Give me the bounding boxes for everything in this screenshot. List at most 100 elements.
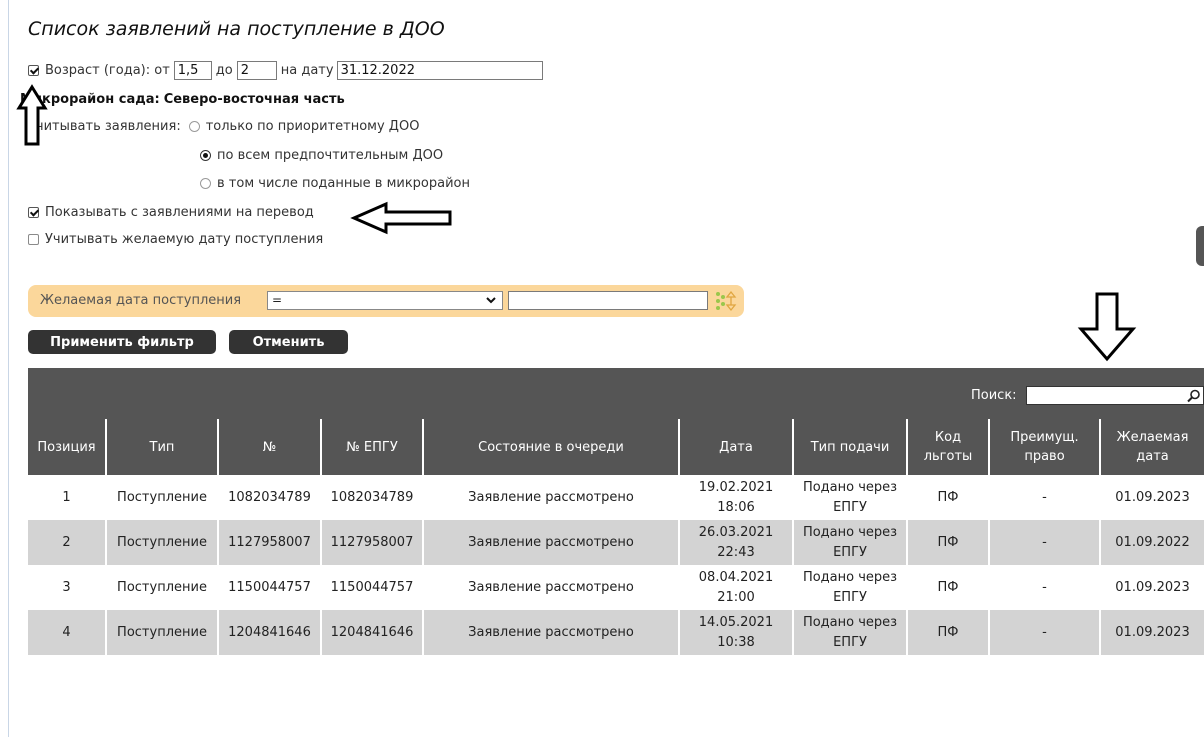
cell-submission-type: Подано через ЕПГУ [792,565,907,610]
filter-field-label: Желаемая дата поступления [40,293,242,308]
cell-date: 14.05.2021 10:38 [678,610,793,655]
applications-table: Поиск: Позиция Тип № № ЕПГУ Состояние в … [28,368,1204,655]
cell-benefit-code: ПФ [906,565,989,610]
cell-desired-date: 01.09.2023 [1099,565,1204,610]
show-transfer-label: Показывать с заявлениями на перевод [45,205,314,220]
cell-number: 1204841646 [217,610,321,655]
age-label: Возраст (года): от [45,63,170,78]
data-table: Позиция Тип № № ЕПГУ Состояние в очереди… [28,419,1204,655]
chevron-down-icon [486,297,496,304]
cell-queue-status: Заявление рассмотрено [422,520,679,565]
filter-operator-select[interactable]: = [267,291,503,310]
col-header-priority-right[interactable]: Преимущ. право [988,419,1100,475]
table-toolbar: Поиск: [28,368,1204,419]
col-header-number[interactable]: № [217,419,321,475]
cancel-filter-button[interactable]: Отменить [229,330,348,354]
cell-epgu-number: 1204841646 [320,610,423,655]
age-from-input[interactable] [173,61,212,80]
microdistrict-row: Микрорайон сада: Северо-восточная часть [20,92,345,107]
cell-position: 3 [28,565,106,610]
col-header-submission-type[interactable]: Тип подачи [792,419,907,475]
cell-date: 08.04.2021 21:00 [678,565,793,610]
filter-value-input[interactable] [508,291,708,310]
cell-date: 26.03.2021 22:43 [678,520,793,565]
table-row[interactable]: 2 Поступление 1127958007 1127958007 Заявлени… [28,520,1204,565]
col-header-queue-status[interactable]: Состояние в очереди [422,419,679,475]
table-row[interactable]: 4 Поступление 1204841646 1204841646 Заявлени… [28,610,1204,655]
table-row[interactable]: 1 Поступление 1082034789 1082034789 Заявлени… [28,475,1204,520]
col-header-desired-date[interactable]: Желаемая дата [1099,419,1204,475]
cell-position: 4 [28,610,106,655]
cell-queue-status: Заявление рассмотрено [422,610,679,655]
cell-type: Поступление [105,565,218,610]
consider-option-all-row: по всем предпочтительным ДОО [200,148,443,163]
consider-option-priority-label: только по приоритетному ДОО [205,119,420,134]
consider-option-priority-radio[interactable] [188,121,200,132]
consider-option-microdistrict-label: в том числе поданные в микрорайон [217,176,471,191]
cell-priority-right: - [988,565,1100,610]
cell-submission-type: Подано через ЕПГУ [792,610,907,655]
microdistrict-value: Северо-восточная часть [163,92,345,107]
consider-option-all-label: по всем предпочтительным ДОО [217,148,444,163]
cell-priority-right: - [988,475,1100,520]
cell-number: 1127958007 [217,520,321,565]
cell-desired-date: 01.09.2023 [1099,475,1204,520]
cell-number: 1082034789 [217,475,321,520]
filter-bar: Желаемая дата поступления = [28,285,744,317]
date-input[interactable] [336,61,543,80]
cell-epgu-number: 1082034789 [320,475,423,520]
age-row: Возраст (года): от до на дату [28,61,543,80]
cell-desired-date: 01.09.2023 [1099,610,1204,655]
page-title: Список заявлений на поступление в ДОО [28,18,445,40]
cell-date: 19.02.2021 18:06 [678,475,793,520]
cell-benefit-code: ПФ [906,610,989,655]
col-header-position[interactable]: Позиция [28,419,106,475]
up-arrow-annotation-icon [16,84,48,146]
cell-submission-type: Подано через ЕПГУ [792,520,907,565]
cell-number: 1150044757 [217,565,321,610]
side-tab[interactable] [1196,226,1204,266]
consider-row: Учитывать заявления: только по приоритет… [28,119,419,134]
show-transfer-row: Показывать с заявлениями на перевод [28,205,314,220]
consider-label: Учитывать заявления: [28,119,181,134]
cell-epgu-number: 1127958007 [320,520,423,565]
search-input[interactable] [1026,386,1204,405]
down-arrow-annotation-icon [1077,292,1137,362]
cell-benefit-code: ПФ [906,520,989,565]
age-to-label: до [215,63,233,78]
filter-operator-value: = [272,293,283,307]
age-to-input[interactable] [236,61,277,80]
apply-filter-button[interactable]: Применить фильтр [28,330,216,354]
cell-epgu-number: 1150044757 [320,565,423,610]
show-transfer-checkbox[interactable] [28,207,39,218]
cell-type: Поступление [105,520,218,565]
left-arrow-annotation-icon [350,201,452,235]
cell-position: 2 [28,520,106,565]
cell-priority-right: - [988,610,1100,655]
consider-option-microdistrict-radio[interactable] [200,178,211,189]
filter-sort-icon[interactable] [714,290,738,312]
cell-priority-right: - [988,520,1100,565]
date-label: на дату [280,63,334,78]
col-header-type[interactable]: Тип [105,419,218,475]
search-label: Поиск: [971,388,1017,403]
search-icon [1187,389,1200,403]
left-border-line [8,0,9,737]
cell-queue-status: Заявление рассмотрено [422,565,679,610]
consider-option-microdistrict-row: в том числе поданные в микрорайон [200,176,470,191]
col-header-benefit-code[interactable]: Код льготы [906,419,989,475]
consider-date-row: Учитывать желаемую дату поступления [28,232,323,247]
table-header-row: Позиция Тип № № ЕПГУ Состояние в очереди… [28,419,1204,475]
consider-option-all-radio[interactable] [200,150,211,161]
age-checkbox[interactable] [28,65,39,76]
cell-position: 1 [28,475,106,520]
cell-type: Поступление [105,610,218,655]
col-header-epgu-number[interactable]: № ЕПГУ [320,419,423,475]
consider-date-checkbox[interactable] [28,234,39,245]
consider-date-label: Учитывать желаемую дату поступления [45,232,324,247]
cell-type: Поступление [105,475,218,520]
table-row[interactable]: 3 Поступление 1150044757 1150044757 Заявлени… [28,565,1204,610]
col-header-date[interactable]: Дата [678,419,793,475]
cell-queue-status: Заявление рассмотрено [422,475,679,520]
cell-desired-date: 01.09.2022 [1099,520,1204,565]
